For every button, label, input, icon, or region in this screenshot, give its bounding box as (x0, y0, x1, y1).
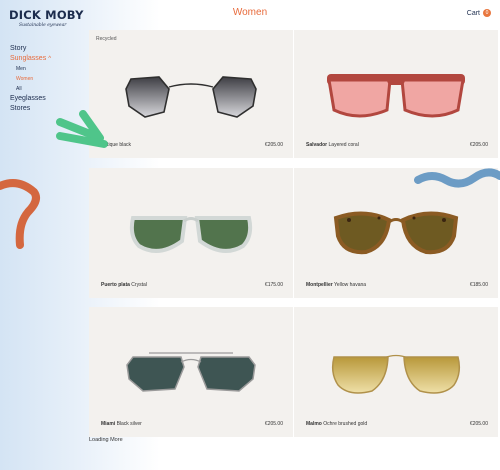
sunglasses-image (125, 76, 257, 118)
nav-stores[interactable]: Stores (10, 104, 51, 114)
product-name: Puerto plata Crystal (101, 282, 147, 288)
cart-button[interactable]: Cart 0 (467, 9, 491, 17)
nav-sunglasses-label: Sunglasses (10, 55, 47, 62)
cart-label: Cart (466, 9, 480, 17)
sunglasses-image (327, 74, 465, 118)
sunglasses-image (331, 354, 461, 394)
sidebar-nav: Story Sunglasses ^ Men Women All Eyeglass… (10, 44, 51, 114)
product-name: Miami Black silver (101, 421, 142, 427)
sunglasses-image (129, 216, 253, 253)
nav-eyeglasses[interactable]: Eyeglasses (10, 94, 51, 104)
product-price: €205.00 (264, 142, 283, 148)
product-name: Malmo Ochre brushed gold (306, 421, 367, 427)
product-card[interactable]: Salvador Layered coral €205.00 (294, 30, 498, 158)
product-title: Puerto plata (101, 282, 130, 288)
product-card[interactable]: Recycled Antique black €205.00 (89, 30, 293, 158)
product-variant: Black silver (116, 421, 142, 427)
product-price: €205.00 (469, 421, 488, 427)
product-variant: Layered coral (328, 142, 359, 148)
product-name: Antique black (101, 142, 131, 148)
brand-tagline: Sustainable eyewear (19, 23, 67, 28)
product-card[interactable]: Malmo Ochre brushed gold €205.00 (294, 307, 498, 437)
product-price: €185.00 (469, 282, 488, 288)
sunglasses-image (126, 352, 256, 392)
product-name: Salvador Layered coral (306, 142, 359, 148)
product-card[interactable]: Puerto plata Crystal €175.00 (89, 168, 293, 298)
page-title: Women (232, 7, 268, 18)
product-variant: Crystal (131, 282, 147, 288)
product-name: Montpellier Yellow havana (306, 282, 366, 288)
product-card[interactable]: Montpellier Yellow havana €185.00 (294, 168, 498, 298)
product-title: Malmo (306, 421, 322, 427)
product-price: €205.00 (264, 421, 283, 427)
nav-sub-men[interactable]: Men (16, 64, 51, 74)
nav-story[interactable]: Story (10, 44, 51, 54)
cart-count-badge: 0 (483, 9, 491, 17)
nav-sub-women[interactable]: Women (16, 74, 51, 84)
product-variant: Yellow havana (333, 282, 367, 288)
product-price: €175.00 (264, 282, 283, 288)
loading-more-label: Loading More (89, 437, 123, 443)
nav-sub-all[interactable]: All (16, 84, 51, 94)
product-title: Salvador (306, 142, 328, 148)
product-variant: Antique black (101, 142, 132, 148)
product-variant: Ochre brushed gold (323, 421, 368, 427)
sunglasses-image (333, 211, 459, 255)
product-title: Montpellier (306, 282, 333, 288)
product-title: Miami (101, 421, 116, 427)
nav-sunglasses[interactable]: Sunglasses ^ (10, 54, 51, 64)
product-card[interactable]: Miami Black silver €205.00 (89, 307, 293, 437)
chevron-up-icon: ^ (48, 56, 52, 62)
product-price: €205.00 (469, 142, 488, 148)
